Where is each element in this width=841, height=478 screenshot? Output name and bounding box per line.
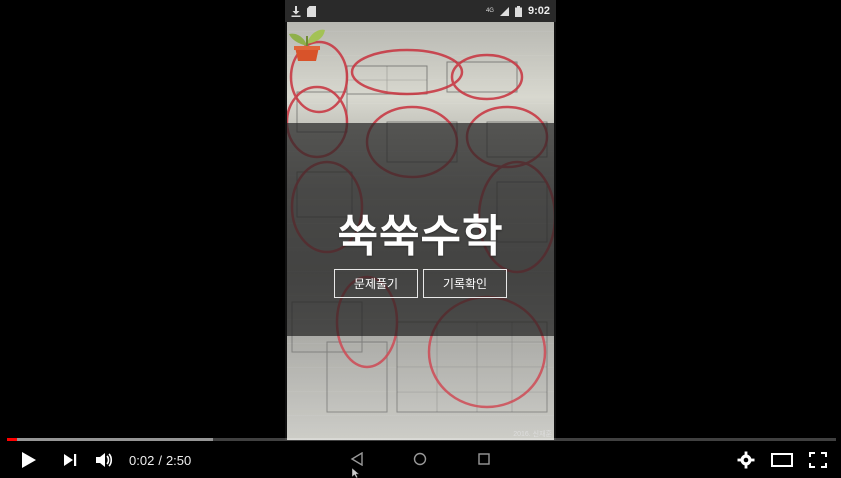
status-time: 9:02 — [527, 5, 550, 17]
progress-bar[interactable] — [7, 438, 836, 441]
volume-icon — [96, 453, 113, 467]
play-icon — [22, 452, 36, 468]
fullscreen-icon — [809, 452, 827, 468]
status-bar: 4G 9:02 — [285, 0, 556, 22]
video-player[interactable]: 4G 9:02 쑥쑥수학 문제풀기 기록확인 2016. 신재훈 0:02 / … — [0, 0, 841, 478]
download-icon — [291, 5, 301, 17]
phone-screen: 4G 9:02 쑥쑥수학 문제풀기 기록확인 2016. 신재훈 — [285, 0, 556, 477]
current-time: 0:02 — [129, 452, 155, 468]
check-records-button[interactable]: 기록확인 — [423, 269, 507, 298]
sprout-pot-icon — [289, 29, 325, 61]
play-button[interactable] — [16, 443, 42, 477]
duration: 2:50 — [165, 452, 192, 468]
app-title: 쑥쑥수학 — [337, 211, 504, 262]
settings-button[interactable] — [734, 443, 758, 477]
mute-button[interactable] — [92, 443, 116, 477]
settings-icon — [737, 451, 755, 469]
signal-icon — [499, 6, 509, 16]
theater-mode-icon — [771, 453, 793, 467]
theater-mode-button[interactable] — [768, 443, 796, 477]
progress-loaded — [7, 438, 213, 441]
time-separator: / — [158, 452, 162, 468]
player-controls: 0:02 / 2:50 — [0, 443, 841, 477]
next-icon — [64, 454, 77, 466]
fullscreen-button[interactable] — [806, 443, 830, 477]
solve-problems-button[interactable]: 문제풀기 — [334, 269, 418, 298]
network-label: 4G — [485, 8, 494, 14]
app-background: 쑥쑥수학 문제풀기 기록확인 2016. 신재훈 — [287, 22, 554, 440]
next-button[interactable] — [58, 443, 82, 477]
time-display: 0:02 / 2:50 — [129, 443, 191, 477]
progress-played — [7, 438, 17, 441]
battery-icon — [514, 5, 522, 17]
sd-card-icon — [307, 5, 316, 17]
